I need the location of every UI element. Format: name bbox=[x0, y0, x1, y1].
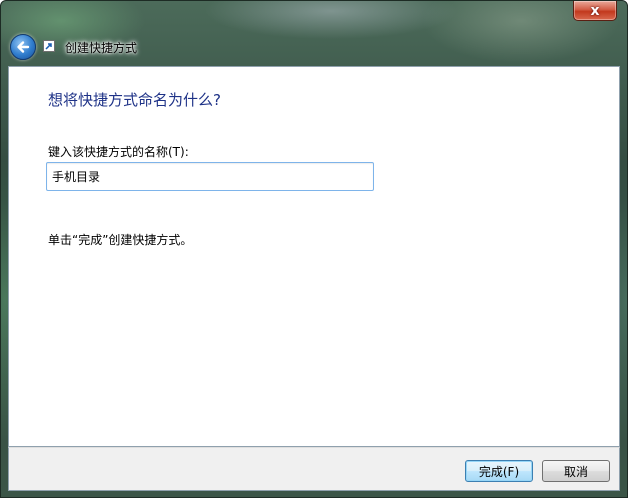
back-button[interactable] bbox=[10, 34, 36, 60]
close-icon: x bbox=[590, 2, 600, 19]
finish-button[interactable]: 完成(F) bbox=[465, 460, 533, 482]
wizard-footer: 完成(F) 取消 bbox=[8, 447, 620, 491]
window-title: 创建快捷方式 bbox=[65, 41, 138, 55]
shortcut-icon bbox=[43, 40, 55, 52]
page-title: 想将快捷方式命名为什么? bbox=[48, 91, 221, 109]
finish-hint: 单击“完成”创建快捷方式。 bbox=[48, 233, 193, 247]
wizard-content: 想将快捷方式命名为什么? 键入该快捷方式的名称(T): 单击“完成”创建快捷方式… bbox=[8, 66, 620, 447]
shortcut-name-label: 键入该快捷方式的名称(T): bbox=[48, 145, 189, 159]
arrow-left-icon bbox=[17, 41, 30, 53]
cancel-button[interactable]: 取消 bbox=[542, 460, 610, 482]
close-button[interactable]: x bbox=[573, 1, 617, 21]
shortcut-name-input[interactable] bbox=[46, 162, 374, 191]
shortcut-wizard-window: x 创建快捷方式 想将快捷方式命名为什么? 键入该快捷方式的名称(T): 单击“… bbox=[0, 0, 628, 498]
